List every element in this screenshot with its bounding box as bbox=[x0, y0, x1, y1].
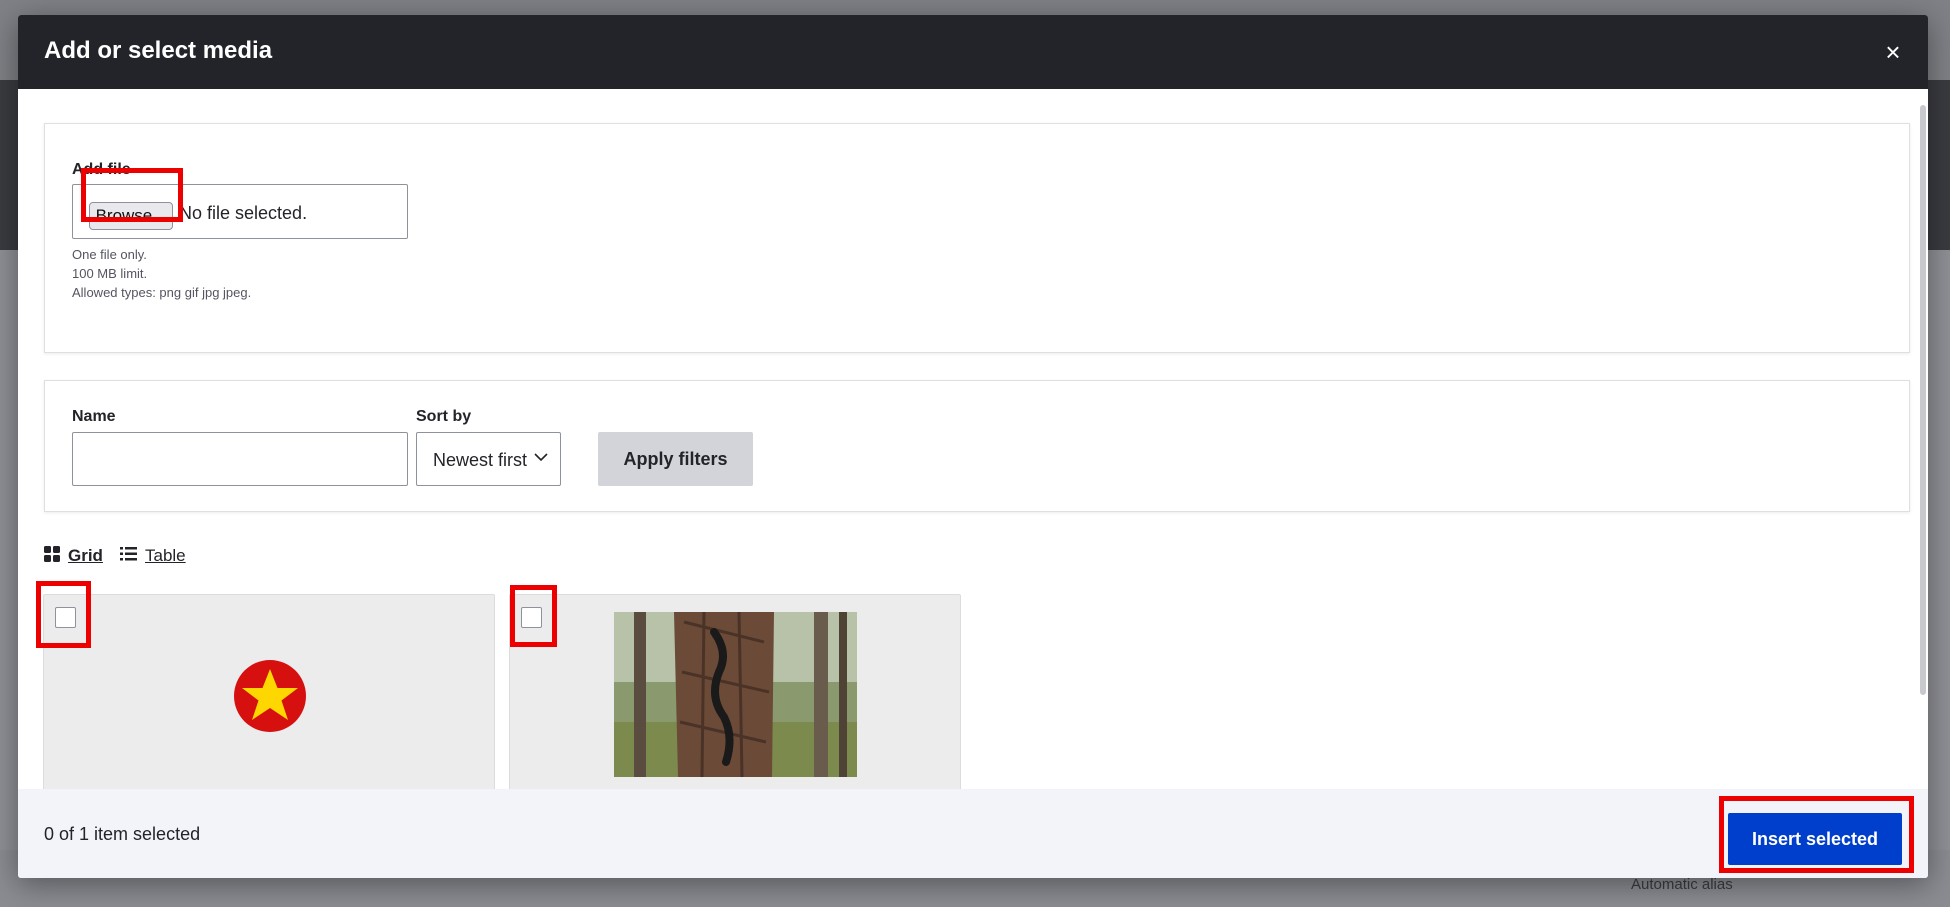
snake-on-tree-photo bbox=[614, 611, 857, 782]
upload-card: Add file Browse... No file selected. One… bbox=[44, 123, 1910, 353]
insert-selected-button[interactable]: Insert selected bbox=[1728, 813, 1902, 865]
dialog-title: Add or select media bbox=[44, 37, 273, 64]
filters-card: Name Sort by Newest first Apply filters bbox=[44, 380, 1910, 512]
view-table-link[interactable]: Table bbox=[120, 544, 186, 568]
grid-label: Grid bbox=[68, 546, 103, 565]
sort-value: Newest first bbox=[433, 450, 528, 470]
file-status: No file selected. bbox=[179, 203, 308, 223]
view-grid-link[interactable]: Grid bbox=[44, 544, 103, 568]
browse-button[interactable]: Browse... bbox=[89, 202, 173, 230]
dialog-footer: 0 of 1 item selected Insert selected bbox=[18, 789, 1928, 878]
list-icon bbox=[120, 546, 137, 567]
table-label: Table bbox=[145, 546, 186, 565]
add-file-label: Add file bbox=[72, 161, 131, 178]
media-select-checkbox[interactable] bbox=[55, 607, 76, 628]
hint-file-count: One file only. bbox=[72, 247, 147, 262]
media-dialog: Add or select media × Add file Browse...… bbox=[18, 15, 1928, 878]
hint-size-limit: 100 MB limit. bbox=[72, 266, 148, 281]
chevron-down-icon bbox=[534, 446, 548, 473]
scrollbar[interactable] bbox=[1920, 105, 1926, 695]
background-alias-text: Automatic alias bbox=[1631, 876, 1733, 893]
name-label: Name bbox=[72, 408, 116, 425]
media-item[interactable] bbox=[509, 594, 961, 789]
hint-allowed-types: Allowed types: png gif jpg jpeg. bbox=[72, 285, 252, 300]
grid-icon bbox=[44, 545, 60, 567]
media-select-checkbox[interactable] bbox=[521, 607, 542, 628]
dialog-body: Add file Browse... No file selected. One… bbox=[18, 89, 1928, 789]
red-circle-yellow-star-icon bbox=[233, 659, 307, 738]
close-icon[interactable]: × bbox=[1878, 37, 1908, 67]
sort-label: Sort by bbox=[416, 408, 472, 425]
file-input[interactable]: Browse... No file selected. bbox=[72, 184, 408, 239]
dialog-header: Add or select media × bbox=[18, 15, 1928, 89]
selection-status: 0 of 1 item selected bbox=[44, 824, 201, 844]
name-input[interactable] bbox=[72, 432, 408, 486]
sort-select[interactable]: Newest first bbox=[416, 432, 561, 486]
apply-filters-button[interactable]: Apply filters bbox=[598, 432, 753, 486]
media-item[interactable] bbox=[43, 594, 495, 789]
